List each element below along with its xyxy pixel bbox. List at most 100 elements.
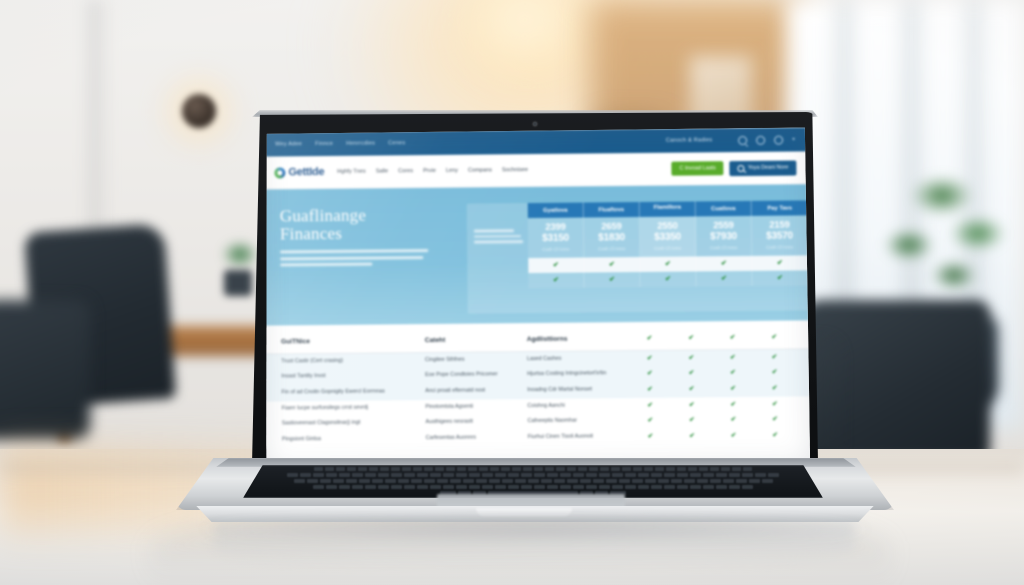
comparison-header-check: ✔ [629,335,671,343]
nav-link-5[interactable]: Leny [446,168,458,174]
hero-section: Guaflinange Finances Gyatlova 2399 $3150… [264,184,809,325]
pricing-column[interactable]: Pay Tavs 2159 $3570 Cosh Cf Anno ✔ ✔ [752,200,809,311]
pricing-plan-body: 2559 $7930 Cosh Cf Anno [696,216,752,256]
check-icon: ✔ [730,369,736,377]
check-icon: ✔ [689,432,695,440]
comparison-header-3: Agdlisttiorns [526,335,568,344]
check-icon: ✔ [730,416,737,424]
row-check: ✔ [670,354,712,362]
pricing-number: 2159 [769,219,790,231]
pricing-row-labels [467,203,529,314]
check-icon: ✔ [730,400,737,408]
pricing-plan-name: Gyatlova [528,203,584,219]
pricing-column[interactable]: Cuatlova 2559 $7930 Cosh Cf Anno ✔ ✔ [696,201,753,312]
search-icon[interactable] [738,135,747,144]
pricing-check-cell: ✔ [584,257,640,273]
globe-icon[interactable] [756,135,765,144]
check-icon: ✔ [608,275,615,283]
nav-link-1[interactable]: Hghfy Tnes [337,169,366,175]
pricing-column[interactable]: Fluaftovs 2659 $1830 Cosh Cf Anno ✔ ✔ [584,202,641,313]
comparison-table: GuiTNice Cateht Agdlisttiorns ✔ ✔ ✔ ✔ Tr… [265,320,810,448]
utility-nav: Wey Adee Finnce Henrrcdies Cenes [275,140,405,147]
nav-link-3[interactable]: Cores [398,168,413,174]
check-icon: ✔ [771,384,778,392]
pricing-check-cell: ✔ [640,256,696,272]
row-cell-1: Sastioveenast Clagsnsitnarj) ingt [281,419,361,427]
check-icon: ✔ [688,334,694,342]
pricing-note: Cosh Cf Anno [598,245,626,252]
check-icon: ✔ [689,416,695,424]
row-cell-3: Coishng Aanchi [527,402,565,409]
utility-link-4[interactable]: Cenes [388,140,405,146]
nav-link-4[interactable]: Prvie [423,168,436,174]
row-check: ✔ [629,370,671,378]
comparison-header-check: ✔ [670,334,712,342]
pricing-check-cell: ✔ [528,257,584,273]
check-icon: ✔ [552,261,559,269]
pricing-number: 2399 [545,221,566,233]
check-icon: ✔ [720,274,727,282]
row-check: ✔ [712,401,754,409]
row-cell-2: Austhigees nesrastt [425,418,473,426]
laptop-desk-reflection [214,522,854,566]
pricing-price: $3570 [766,230,794,242]
utility-icon-group: ▾ [738,135,795,145]
pricing-plan-body: 2159 $3570 Cosh Cf Anno [752,215,808,255]
site-logo[interactable]: GettIde [274,166,324,178]
pricing-table: Gyatlova 2399 $3150 Cosh Cf Anno ✔ ✔ Flu… [467,200,809,313]
pricing-price: $3350 [654,231,682,243]
pricing-note: Cosh Cf Anno [654,245,682,251]
pricing-column[interactable]: Gyatlova 2399 $3150 Cosh Cf Anno ✔ ✔ [528,203,585,314]
check-icon: ✔ [647,417,654,425]
row-check: ✔ [713,416,755,424]
cta-secondary-button[interactable]: Yoya Deani Nore [730,160,797,176]
row-cell-3: Hjurtsa Costing Intngcinetort'ir/tin [527,370,607,378]
check-icon: ✔ [664,260,671,268]
check-icon: ✔ [729,334,736,342]
utility-link-2[interactable]: Finnce [315,141,333,147]
main-navigation: GettIde Hghfy Tnes Salle Cores Prvie Len… [263,151,807,189]
row-check: ✔ [712,354,754,362]
check-icon: ✔ [552,276,559,284]
row-cell-3: Inoadng Cdr Martal Nonset [527,386,592,394]
nav-link-7[interactable]: Sochnisee [502,167,528,173]
row-check: ✔ [754,431,796,439]
cta-primary-button[interactable]: C Invoad Laats [671,161,723,176]
hero-title: Guaflinange Finances [280,206,463,243]
primary-nav-links: Hghfy Tnes Salle Cores Prvie Leny Compan… [337,167,528,175]
account-icon[interactable] [774,135,783,144]
row-check: ✔ [754,369,796,377]
row-check: ✔ [629,401,671,409]
pricing-check-cell: ✔ [640,271,696,287]
utility-link-3[interactable]: Henrrcdies [346,141,375,147]
row-check: ✔ [754,384,796,392]
check-icon: ✔ [730,353,736,361]
pricing-check-cell: ✔ [752,270,808,286]
nav-link-6[interactable]: Compans [468,167,492,173]
pricing-plan-name: Fluaftovs [584,202,640,218]
pricing-columns: Gyatlova 2399 $3150 Cosh Cf Anno ✔ ✔ Flu… [528,200,809,313]
row-cell-1: Pingsiont Ginlsa [281,436,321,443]
utility-link-1[interactable]: Wey Adee [275,141,302,147]
row-check: ✔ [713,432,755,440]
check-icon: ✔ [776,259,783,267]
chevron-down-icon[interactable]: ▾ [792,137,795,143]
utility-center-text: Canoch & Radies [665,137,713,144]
pricing-number: 2659 [601,221,622,233]
row-cell-1: Fin of ad Cnoitn Gopnigity Ewercl Eorrnn… [281,388,385,396]
check-icon: ✔ [688,401,695,409]
check-icon: ✔ [688,385,695,393]
row-check: ✔ [629,386,671,394]
cta-secondary-label: Yoya Deani Nore [747,164,789,171]
comparison-header-check: ✔ [712,334,754,342]
hero-title-line-1: Guaflinange [279,205,367,226]
row-cell-1: Insast Tantity Invst [281,373,326,380]
swirl-logo-icon [274,167,285,178]
check-icon: ✔ [646,354,653,362]
check-icon: ✔ [688,369,695,377]
row-cell-1: Trust Castir (Cert crasing) [281,357,344,365]
comparison-header-1: GuiTNice [280,338,311,346]
row-cell-3: Fiurhui Cinen Tisoli Auonoit [527,433,594,441]
nav-link-2[interactable]: Salle [376,168,389,174]
pricing-column-featured[interactable]: Flamillora 2550 $3350 Cosh Cf Anno ✔ ✔ [640,200,697,312]
